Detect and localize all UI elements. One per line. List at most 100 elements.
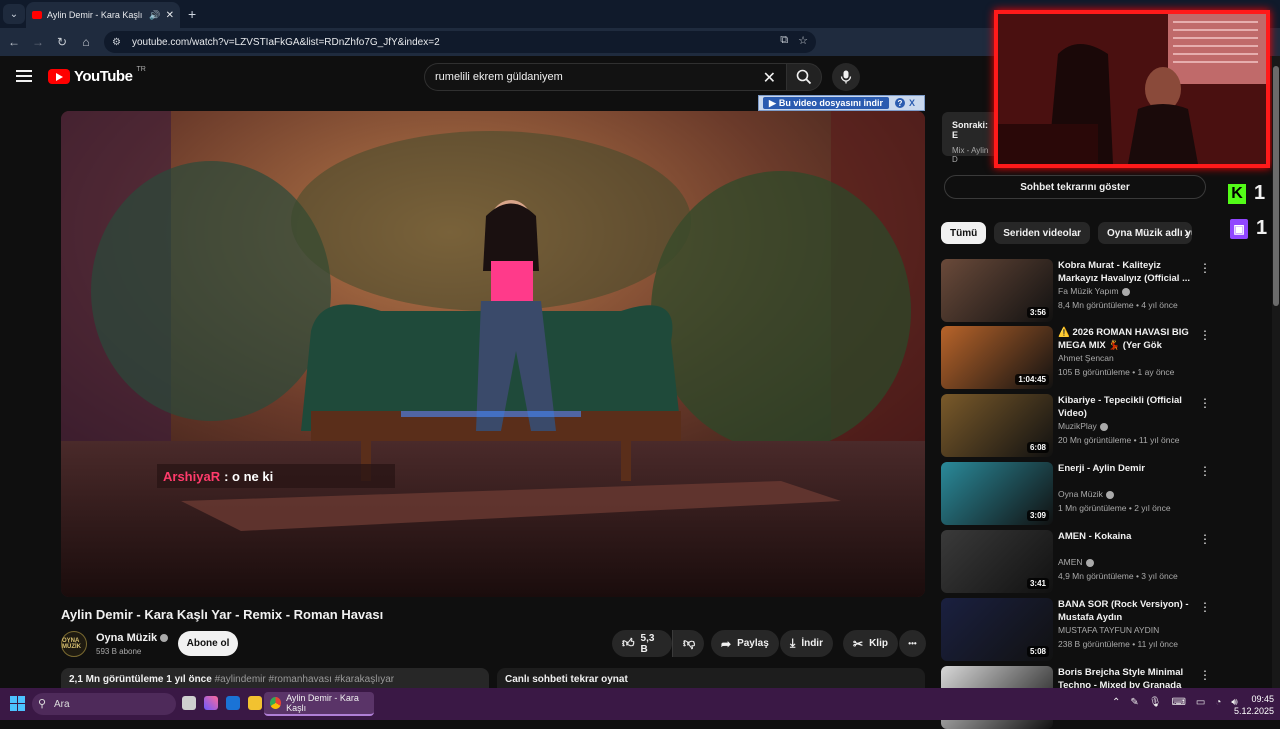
more-options-icon[interactable]: ⋮ [1199, 532, 1211, 546]
youtube-logo[interactable]: YouTube TR [48, 66, 146, 85]
more-options-icon[interactable]: ⋮ [1199, 464, 1211, 478]
description-box[interactable]: 2,1 Mn görüntüleme 1 yıl önce #aylindemi… [61, 668, 489, 690]
recommendation-channel[interactable]: MUSTAFA TAYFUN AYDIN [1058, 625, 1159, 635]
recommendation-title[interactable]: BANA SOR (Rock Versiyon) - Mustafa Aydın [1058, 598, 1190, 624]
more-options-icon[interactable]: ⋮ [1199, 600, 1211, 614]
more-options-icon[interactable]: ⋮ [1199, 261, 1211, 275]
video-thumbnail[interactable]: 3:41 [941, 530, 1053, 593]
menu-icon[interactable] [16, 70, 32, 82]
microphone-tray-icon[interactable]: 🎙︎ [1149, 697, 1162, 708]
video-thumbnail[interactable]: 3:56 [941, 259, 1053, 322]
forward-icon[interactable]: → [28, 32, 48, 52]
taskbar-chrome-app[interactable]: Aylin Demir - Kara Kaşlı [264, 692, 374, 716]
recommendation-channel[interactable]: AMEN [1058, 557, 1094, 567]
scrollbar-thumb[interactable] [1273, 66, 1279, 306]
recommendation-title[interactable]: Kibariye - Tepecikli (Official Video) [1058, 394, 1190, 420]
video-thumbnail[interactable]: 1:04:45 [941, 326, 1053, 389]
video-thumbnail[interactable]: 5:08 [941, 598, 1053, 661]
kick-count: 1 [1254, 182, 1266, 204]
keyboard-icon[interactable]: ⌨ [1171, 697, 1185, 708]
home-icon[interactable]: ⌂ [76, 32, 96, 52]
download-video-button[interactable]: ▶ Bu video dosyasını indir [763, 97, 889, 109]
recommendation-item[interactable]: 3:56 Kobra Murat - Kaliteyiz Markayız Hav… [941, 259, 1211, 323]
like-button[interactable]: 👍︎ 5,3 B [612, 630, 672, 657]
address-bar[interactable]: ⚙ youtube.com/watch?v=LZVSTIaFkGA&list=R… [104, 31, 816, 53]
display-icon[interactable]: ▭ [1196, 697, 1205, 708]
subscribe-button[interactable]: Abone ol [178, 631, 238, 656]
pen-icon[interactable]: ✎ [1130, 697, 1138, 708]
hashtags[interactable]: #aylindemir #romanhavası #karakaşlıyar [215, 674, 395, 685]
recommendation-channel[interactable]: Ahmet Şencan [1058, 353, 1114, 363]
recommendation-channel[interactable]: Oyna Müzik [1058, 489, 1114, 499]
bookmark-star-icon[interactable]: ☆ [798, 34, 808, 47]
recommendation-channel[interactable]: MuzikPlay [1058, 421, 1108, 431]
show-chat-replay-button[interactable]: Sohbet tekrarını göster [944, 175, 1206, 199]
video-player[interactable]: ArshiyaR : o ne ki [61, 111, 925, 597]
channel-name[interactable]: Oyna Müzik [96, 632, 169, 644]
video-thumbnail[interactable]: 3:09 [941, 462, 1053, 525]
clear-search-icon[interactable]: ✕ [763, 68, 776, 88]
recommendation-item[interactable]: 6:08 Kibariye - Tepecikli (Official Video… [941, 394, 1211, 458]
banner-close-icon[interactable]: X [909, 98, 915, 108]
install-app-icon[interactable]: ⧉ [780, 34, 788, 47]
recommendation-title[interactable]: ⚠️ 2026 ROMAN HAVASI BIG MEGA MIX 💃 (Yer… [1058, 326, 1190, 353]
more-options-icon[interactable]: ⋮ [1199, 328, 1211, 342]
outlook-icon[interactable] [226, 696, 240, 710]
tab-close-icon[interactable]: ✕ [166, 10, 174, 21]
more-options-icon[interactable]: ⋮ [1199, 668, 1211, 682]
recommendation-title[interactable]: Enerji - Aylin Demir [1058, 462, 1190, 475]
site-info-icon[interactable]: ⚙ [112, 37, 124, 48]
chevron-right-icon[interactable]: › [1184, 224, 1189, 242]
network-icon[interactable]: ◔ [1215, 697, 1221, 708]
youtube-play-icon [48, 69, 70, 84]
recommendation-item[interactable]: 5:08 BANA SOR (Rock Versiyon) - Mustafa A… [941, 598, 1211, 662]
chip-all[interactable]: Tümü [941, 222, 987, 244]
chat-overlay: ArshiyaR : o ne ki [157, 464, 395, 488]
help-icon[interactable]: ? [894, 98, 905, 108]
live-chat-replay-panel[interactable]: Canlı sohbeti tekrar oynat [497, 668, 925, 690]
tab-audio-icon[interactable]: 🔊 [149, 10, 160, 21]
download-icon: ⤓ [790, 636, 796, 650]
next-video-card[interactable]: Sonraki: E Mix - Aylin D [942, 112, 1002, 164]
search-icon [796, 69, 812, 85]
chip-series[interactable]: Seriden videolar [994, 222, 1091, 244]
more-options-icon[interactable]: ⋮ [1199, 396, 1211, 410]
recommendation-title[interactable]: Kobra Murat - Kaliteyiz Markayız Havalıy… [1058, 259, 1190, 285]
taskbar-clock[interactable]: 09:45 5.12.2025 [1228, 693, 1274, 717]
more-actions-button[interactable]: ••• [899, 630, 926, 657]
dislike-button[interactable]: 👎︎ [672, 630, 704, 657]
twitch-icon: ▣ [1230, 218, 1248, 239]
recommendation-item[interactable]: 3:41 AMEN - Kokaina AMEN 4,9 Mn görüntüleme… [941, 530, 1211, 594]
taskbar-search[interactable]: ⚲ Ara [32, 693, 176, 715]
share-label: Paylaş [737, 638, 769, 649]
browser-tab[interactable]: Aylin Demir - Kara Kaşlı Yar 🔊 ✕ [26, 2, 180, 28]
search-input[interactable]: rumelili ekrem güldaniyem ✕ [424, 63, 786, 91]
recommendation-item[interactable]: Boris Brejcha Style Minimal Techno - Mix… [941, 666, 1211, 729]
windows-start-icon[interactable] [10, 696, 25, 711]
page-scrollbar[interactable] [1272, 56, 1280, 688]
recommendation-item[interactable]: 3:09 Enerji - Aylin Demir Oyna Müzik 1 Mn g… [941, 462, 1211, 526]
file-explorer-icon[interactable] [248, 696, 262, 710]
recommendation-item[interactable]: 1:04:45 ⚠️ 2026 ROMAN HAVASI BIG MEGA MIX… [941, 326, 1211, 390]
new-tab-button[interactable]: + [188, 6, 196, 22]
share-button[interactable]: ➦ Paylaş [711, 630, 779, 657]
clip-button[interactable]: ✂ Klip [843, 630, 898, 657]
search-button[interactable] [786, 63, 822, 91]
recommendation-channel[interactable]: Fa Müzik Yapım [1058, 286, 1130, 296]
back-icon[interactable]: ← [4, 32, 24, 52]
thumbs-up-icon: 👍︎ [622, 636, 635, 650]
channel-avatar[interactable]: OYNA MÜZİK [61, 631, 87, 657]
video-thumbnail[interactable]: 6:08 [941, 394, 1053, 457]
chip-channel-uploads[interactable]: Oyna Müzik adlı yükle [1098, 222, 1193, 244]
voice-search-button[interactable] [832, 63, 860, 91]
copilot-icon[interactable] [204, 696, 218, 710]
tray-chevron-icon[interactable]: ⌃ [1112, 697, 1120, 708]
recommendation-title[interactable]: AMEN - Kokaina [1058, 530, 1190, 543]
reload-icon[interactable]: ↻ [52, 32, 72, 52]
twitch-viewer-count: ▣ 1 [1230, 217, 1267, 240]
task-view-icon[interactable] [182, 696, 196, 710]
microphone-icon [840, 70, 852, 84]
video-duration: 3:09 [1026, 510, 1049, 521]
tab-search-button[interactable]: ⌄ [3, 4, 25, 24]
download-button[interactable]: ⤓ İndir [780, 630, 833, 657]
